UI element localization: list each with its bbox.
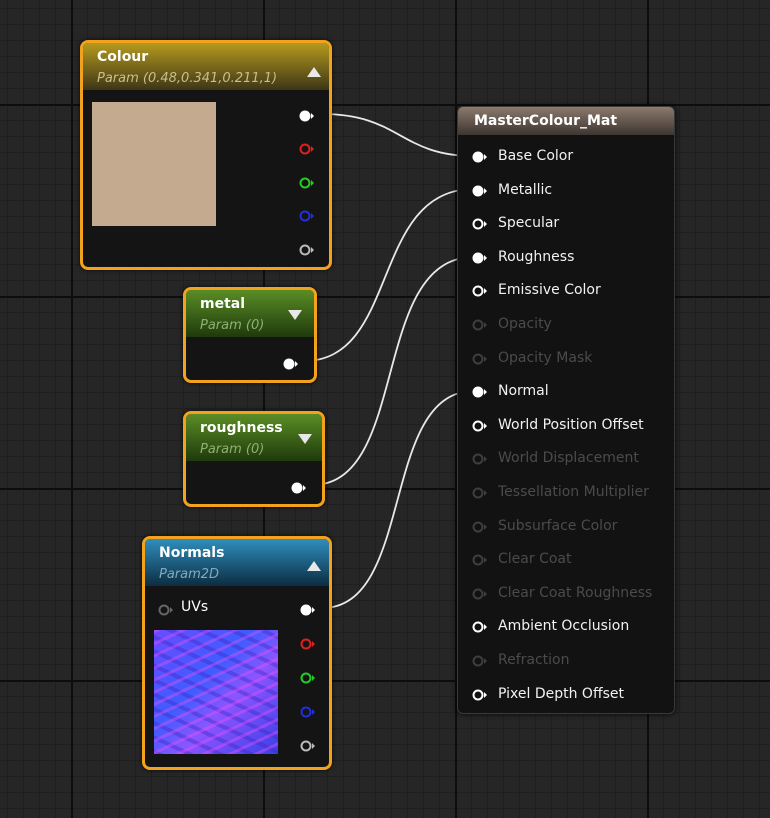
material-node-header[interactable]: MasterColour_Mat (458, 107, 674, 135)
r-output-pin-icon[interactable] (299, 142, 314, 156)
input-pin-icon (472, 588, 487, 600)
colour-param-node[interactable]: Colour Param (0.48,0.341,0.211,1) (80, 40, 332, 270)
collapse-triangle-down-icon[interactable] (298, 434, 312, 444)
material-input-world-position-offset[interactable]: World Position Offset (472, 416, 672, 436)
material-input-label: Opacity Mask (498, 350, 593, 366)
material-input-label: World Position Offset (498, 417, 644, 433)
input-pin-icon (472, 453, 487, 465)
material-input-clear-coat-roughness: Clear Coat Roughness (472, 584, 672, 604)
roughness-node-title: roughness (200, 420, 283, 436)
input-pin-icon (472, 655, 487, 667)
colour-node-subtitle: Param (0.48,0.341,0.211,1) (97, 71, 278, 86)
input-pin-icon[interactable] (472, 620, 487, 634)
normals-node-subtitle: Param2D (159, 567, 220, 582)
input-pin-icon[interactable] (472, 217, 487, 231)
input-pin-icon (472, 554, 487, 566)
g-output-pin-icon[interactable] (300, 671, 315, 685)
material-input-tessellation-multiplier: Tessellation Multiplier (472, 483, 672, 503)
input-pin-icon (472, 353, 487, 365)
normal-map-thumbnail (154, 630, 278, 754)
material-input-specular[interactable]: Specular (472, 214, 672, 234)
material-node-title: MasterColour_Mat (474, 113, 618, 129)
g-output-pin-icon[interactable] (299, 176, 314, 190)
material-result-node[interactable]: MasterColour_Mat Base Color Metallic Specu… (457, 106, 675, 714)
material-input-label: Emissive Color (498, 282, 601, 298)
wire-normals-to-normal (321, 390, 475, 609)
rgb-output-pin-icon[interactable] (300, 603, 315, 617)
b-output-pin-icon[interactable] (299, 209, 314, 223)
input-pin-icon[interactable] (472, 688, 487, 702)
material-input-label: Subsurface Color (498, 518, 618, 534)
rgb-output-pin-icon[interactable] (299, 109, 314, 123)
colour-preview-swatch (92, 102, 216, 226)
a-output-pin-icon[interactable] (299, 243, 314, 257)
metal-param-node[interactable]: metal Param (0) (183, 287, 317, 383)
material-input-metallic[interactable]: Metallic (472, 181, 672, 201)
material-input-label: Roughness (498, 249, 575, 265)
material-input-emissive-color[interactable]: Emissive Color (472, 281, 672, 301)
r-output-pin-icon[interactable] (300, 637, 315, 651)
b-output-pin-icon[interactable] (300, 705, 315, 719)
metal-output-pin-icon[interactable] (283, 357, 298, 371)
material-input-label: Metallic (498, 182, 553, 198)
input-pin-icon[interactable] (472, 251, 487, 265)
input-pin-icon (472, 319, 487, 331)
roughness-node-subtitle: Param (0) (200, 442, 265, 457)
material-input-label: Ambient Occlusion (498, 618, 630, 634)
material-input-label: Normal (498, 383, 549, 399)
material-input-label: Specular (498, 215, 560, 231)
colour-node-header[interactable]: Colour Param (0.48,0.341,0.211,1) (83, 43, 329, 90)
roughness-node-header[interactable]: roughness Param (0) (186, 414, 322, 461)
material-input-pixel-depth-offset[interactable]: Pixel Depth Offset (472, 685, 672, 705)
collapse-triangle-up-icon[interactable] (307, 67, 321, 77)
input-pin-icon (472, 521, 487, 533)
material-input-world-displacement: World Displacement (472, 449, 672, 469)
material-input-label: Opacity (498, 316, 552, 332)
metal-node-subtitle: Param (0) (200, 318, 265, 333)
wire-roughness-to-roughness (311, 256, 475, 486)
material-input-opacity-mask: Opacity Mask (472, 349, 672, 369)
input-pin-icon[interactable] (472, 284, 487, 298)
material-input-normal[interactable]: Normal (472, 382, 672, 402)
normals-node-header[interactable]: Normals Param2D (145, 539, 329, 586)
material-input-label: World Displacement (498, 450, 639, 466)
material-input-clear-coat: Clear Coat (472, 550, 672, 570)
a-output-pin-icon[interactable] (300, 739, 315, 753)
roughness-output-pin-icon[interactable] (291, 481, 306, 495)
material-input-opacity: Opacity (472, 315, 672, 335)
material-input-label: Base Color (498, 148, 574, 164)
roughness-param-node[interactable]: roughness Param (0) (183, 411, 325, 507)
material-input-label: Pixel Depth Offset (498, 686, 624, 702)
normals-texture-param-node[interactable]: Normals Param2D UVs (142, 536, 332, 770)
input-pin-icon[interactable] (472, 184, 487, 198)
material-input-roughness[interactable]: Roughness (472, 248, 672, 268)
collapse-triangle-up-icon[interactable] (307, 561, 321, 571)
metal-node-header[interactable]: metal Param (0) (186, 290, 314, 337)
metal-node-title: metal (200, 296, 246, 312)
material-input-ambient-occlusion[interactable]: Ambient Occlusion (472, 617, 672, 637)
input-pin-icon[interactable] (472, 385, 487, 399)
material-input-subsurface-color: Subsurface Color (472, 517, 672, 537)
material-input-refraction: Refraction (472, 651, 672, 671)
material-input-label: Clear Coat (498, 551, 572, 567)
input-pin-icon[interactable] (472, 419, 487, 433)
uvs-input-pin-icon[interactable] (158, 603, 173, 617)
input-pin-icon[interactable] (472, 150, 487, 164)
wire-colour-to-base-color (321, 113, 475, 157)
colour-node-title: Colour (97, 49, 149, 65)
material-input-base-color[interactable]: Base Color (472, 147, 672, 167)
material-input-label: Clear Coat Roughness (498, 585, 653, 601)
material-input-label: Tessellation Multiplier (498, 484, 649, 500)
uvs-input-label: UVs (181, 599, 209, 615)
material-input-label: Refraction (498, 652, 570, 668)
input-pin-icon (472, 487, 487, 499)
collapse-triangle-down-icon[interactable] (288, 310, 302, 320)
normals-node-title: Normals (159, 545, 225, 561)
